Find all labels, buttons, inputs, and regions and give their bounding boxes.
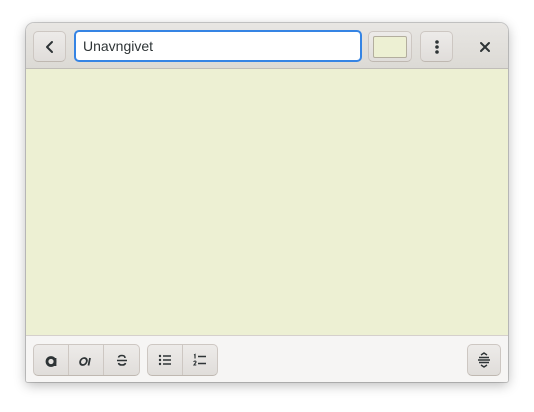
header-bar — [26, 23, 508, 69]
close-button[interactable] — [468, 31, 501, 62]
note-window — [26, 23, 508, 382]
note-color-swatch — [373, 35, 407, 58]
bulleted-list-button[interactable] — [148, 345, 183, 375]
view-more-icon — [434, 39, 439, 54]
formatting-bar — [26, 335, 508, 382]
numbered-list-button[interactable] — [183, 345, 218, 375]
back-button[interactable] — [33, 31, 66, 62]
strikethrough-button[interactable] — [104, 345, 139, 375]
bulleted-list-icon — [158, 354, 171, 366]
italic-button[interactable] — [69, 345, 104, 375]
text-format-group — [33, 344, 140, 376]
formatting-options-icon — [478, 352, 490, 368]
close-icon — [479, 41, 490, 52]
strikethrough-icon — [116, 354, 127, 366]
bold-button[interactable] — [34, 345, 69, 375]
menu-button[interactable] — [420, 31, 453, 62]
list-format-group — [147, 344, 218, 376]
chevron-left-icon — [45, 40, 53, 53]
color-picker-button[interactable] — [368, 31, 412, 62]
note-text-area[interactable] — [26, 69, 508, 335]
note-title-input[interactable] — [74, 30, 362, 62]
numbered-list-icon — [192, 353, 206, 366]
bold-icon — [45, 356, 57, 367]
italic-icon — [79, 357, 91, 366]
more-formatting-button[interactable] — [467, 344, 501, 376]
